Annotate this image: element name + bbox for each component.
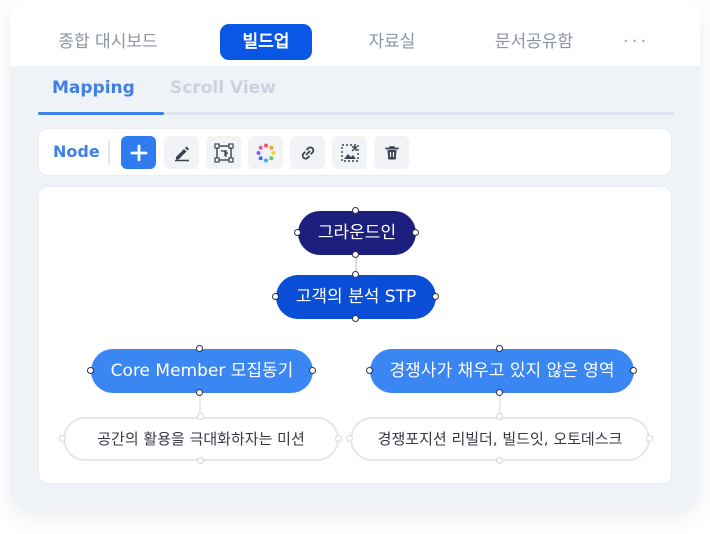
subtab-active-indicator <box>38 112 164 115</box>
node-handle[interactable] <box>366 367 373 374</box>
edit-node-button[interactable] <box>164 136 199 169</box>
node-handle[interactable] <box>496 389 503 396</box>
node-toolbar: Node <box>38 128 672 176</box>
node-handle[interactable] <box>630 367 637 374</box>
nav-tab-document-share[interactable]: 문서공유함 <box>476 24 592 60</box>
mindmap-node-sub-right[interactable]: 경쟁사가 채우고 있지 않은 영역 <box>370 349 634 393</box>
subtab-scroll-view[interactable]: Scroll View <box>170 78 276 98</box>
color-palette-icon <box>256 143 275 162</box>
add-node-button[interactable] <box>121 136 156 169</box>
node-handle[interactable] <box>197 457 204 464</box>
node-handle[interactable] <box>352 315 359 322</box>
mindmap-node-root[interactable]: 그라운드인 <box>298 211 416 255</box>
node-handle[interactable] <box>352 271 359 278</box>
node-handle[interactable] <box>496 413 503 420</box>
node-handle[interactable] <box>87 367 94 374</box>
subtab-mapping[interactable]: Mapping <box>52 78 135 98</box>
node-handle[interactable] <box>196 345 203 352</box>
image-icon <box>340 143 359 162</box>
node-handle[interactable] <box>646 435 653 442</box>
link-icon <box>301 146 314 159</box>
trash-icon <box>384 145 399 159</box>
node-handle[interactable] <box>335 435 342 442</box>
toolbar-divider <box>108 141 110 165</box>
node-handle[interactable] <box>272 293 279 300</box>
node-handle[interactable] <box>496 345 503 352</box>
text-frame-icon <box>213 142 234 163</box>
mindmap-node-main[interactable]: 고객의 분석 STP <box>276 275 436 319</box>
node-handle[interactable] <box>294 229 301 236</box>
mindmap-node-sub-left[interactable]: Core Member 모집동기 <box>91 349 313 393</box>
node-handle[interactable] <box>309 367 316 374</box>
more-menu-icon[interactable]: ··· <box>623 24 649 60</box>
text-frame-button[interactable] <box>206 136 241 169</box>
color-palette-button[interactable] <box>248 136 283 169</box>
mindmap-node-leaf-left[interactable]: 공간의 활용을 극대화하자는 미션 <box>63 417 339 461</box>
link-button[interactable] <box>290 136 325 169</box>
node-handle[interactable] <box>352 251 359 258</box>
node-handle[interactable] <box>59 435 66 442</box>
nav-tab-library[interactable]: 자료실 <box>352 24 432 60</box>
node-handle[interactable] <box>352 207 359 214</box>
nav-tab-dashboard[interactable]: 종합 대시보드 <box>38 24 178 60</box>
nav-tab-buildup[interactable]: 빌드업 <box>220 24 312 60</box>
node-handle[interactable] <box>496 457 503 464</box>
node-handle[interactable] <box>197 413 204 420</box>
plus-icon <box>130 144 147 161</box>
delete-button[interactable] <box>374 136 409 169</box>
mindmap-node-leaf-right[interactable]: 경쟁포지션 리빌더, 빌드잇, 오토데스크 <box>350 417 650 461</box>
node-handle[interactable] <box>432 293 439 300</box>
mindmap-canvas[interactable]: 그라운드인 고객의 분석 STP Core Member 모집동기 경쟁사가 채… <box>38 186 672 484</box>
pencil-icon <box>174 146 189 161</box>
node-handle[interactable] <box>412 229 419 236</box>
toolbar-label: Node <box>53 142 100 161</box>
node-handle[interactable] <box>196 389 203 396</box>
image-button[interactable] <box>332 136 367 169</box>
node-handle[interactable] <box>346 435 353 442</box>
